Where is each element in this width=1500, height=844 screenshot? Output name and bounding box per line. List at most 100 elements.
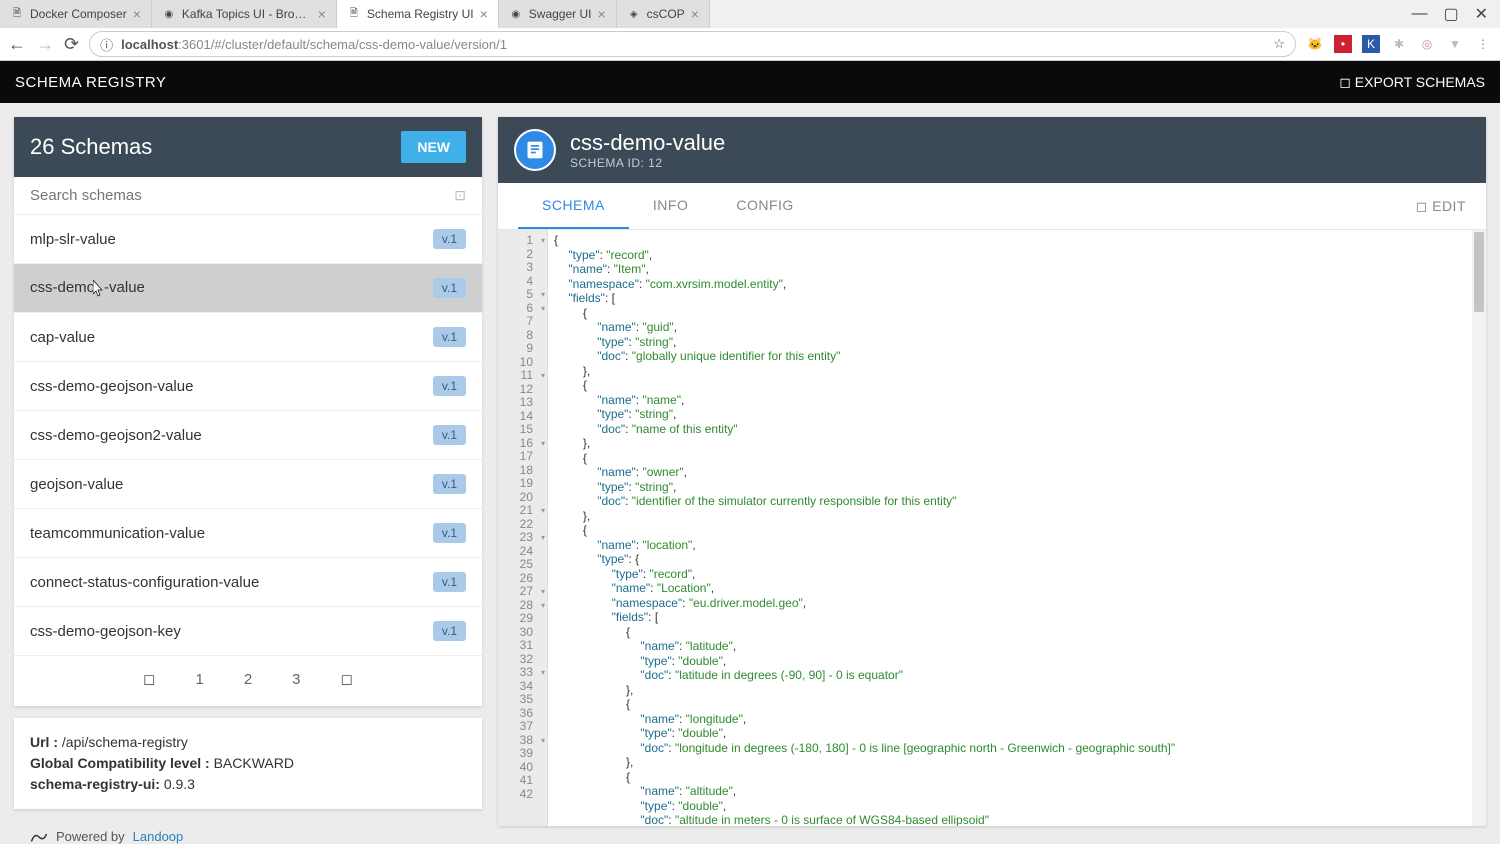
minimize-icon[interactable]: — — [1411, 5, 1427, 23]
browser-tab[interactable]: ◉ Swagger UI × — [499, 0, 617, 28]
tab-close-icon[interactable]: × — [318, 6, 326, 22]
ext-icon-4[interactable]: ✱ — [1390, 35, 1408, 53]
sidebar: 26 Schemas NEW ⊡ mlp-slr-valuev.1css-dem… — [14, 117, 482, 826]
app-header: SCHEMA REGISTRY ◻ EXPORT SCHEMAS — [0, 61, 1500, 103]
tab-label: csCOP — [647, 7, 685, 21]
version-badge: v.1 — [433, 229, 466, 249]
schema-title: css-demo-value — [570, 130, 725, 156]
browser-tab[interactable]: ◈ csCOP × — [617, 0, 710, 28]
menu-icon[interactable]: ⋮ — [1474, 35, 1492, 53]
bookmark-icon[interactable]: ☆ — [1273, 36, 1285, 52]
version-badge: v.1 — [433, 621, 466, 641]
tab-label: Kafka Topics UI - Browse — [182, 7, 312, 21]
version-badge: v.1 — [433, 278, 466, 298]
main-layout: 26 Schemas NEW ⊡ mlp-slr-valuev.1css-dem… — [0, 103, 1500, 840]
tab-config[interactable]: CONFIG — [712, 183, 817, 229]
tab-close-icon[interactable]: × — [480, 6, 488, 22]
tab-favicon: 🗎 — [10, 7, 24, 21]
powered-by: Powered by Landoop — [14, 821, 482, 844]
schema-list-item[interactable]: geojson-value v.1 — [14, 460, 482, 509]
schema-item-name: mlp-slr-value — [30, 231, 116, 248]
ext-icon-1[interactable]: 🐱 — [1306, 35, 1324, 53]
schema-list-item[interactable]: mlp-slr-value v.1 — [14, 215, 482, 264]
close-window-icon[interactable]: ✕ — [1475, 4, 1488, 24]
page-prev-icon[interactable]: ◻ — [143, 670, 155, 688]
schema-item-name: css-demo-geojson-value — [30, 378, 193, 395]
info-compat-label: Global Compatibility level : — [30, 755, 210, 771]
schema-item-name: css-demo-geojson2-value — [30, 427, 202, 444]
info-panel: Url : /api/schema-registry Global Compat… — [14, 718, 482, 809]
schema-list-item[interactable]: css-demo-value v.1 — [14, 264, 482, 313]
tab-favicon: ◈ — [627, 7, 641, 21]
version-badge: v.1 — [433, 327, 466, 347]
schema-list-item[interactable]: css-demo-geojson-value v.1 — [14, 362, 482, 411]
browser-tab[interactable]: 🗎Schema Registry UI× — [337, 0, 499, 28]
page-1[interactable]: 1 — [195, 671, 203, 688]
search-row: ⊡ — [14, 177, 482, 215]
schemas-panel-header: 26 Schemas NEW — [14, 117, 482, 177]
tab-favicon: ◉ — [162, 7, 176, 21]
maximize-icon[interactable]: ▢ — [1443, 4, 1458, 24]
sort-icon[interactable]: ⊡ — [454, 187, 466, 204]
address-bar-row: ← → ⟳ ⓘ localhost:3601/#/cluster/default… — [0, 28, 1500, 60]
tab-close-icon[interactable]: × — [691, 6, 699, 22]
schema-list-item[interactable]: cap-valuev.1 — [14, 313, 482, 362]
tab-info[interactable]: INFO — [629, 183, 712, 229]
line-gutter: 1234567891011121314151617181920212223242… — [498, 230, 548, 826]
page-3[interactable]: 3 — [292, 671, 300, 688]
tab-label: Swagger UI — [529, 7, 592, 21]
content-header: css-demo-value SCHEMA ID: 12 — [498, 117, 1486, 183]
window-controls: — ▢ ✕ — [1411, 4, 1500, 24]
browser-tab[interactable]: ◉ Kafka Topics UI - Browse × — [152, 0, 337, 28]
tab-label: Docker Composer — [30, 7, 127, 21]
schema-list-item[interactable]: teamcommunication-value v.1 — [14, 509, 482, 558]
schema-list-item[interactable]: css-demo-geojson-key v.1 — [14, 607, 482, 656]
version-badge: v.1 — [433, 523, 466, 543]
tab-close-icon[interactable]: × — [597, 6, 605, 22]
search-input[interactable] — [30, 187, 454, 204]
back-icon[interactable]: ← — [8, 34, 26, 55]
tab-favicon: ◉ — [509, 7, 523, 21]
schema-list: mlp-slr-valuev.1css-demo-valuev.1cap-val… — [14, 215, 482, 656]
powered-label: Powered by — [56, 829, 125, 844]
schema-item-name: css-demo-geojson-key — [30, 623, 181, 640]
version-badge: v.1 — [433, 474, 466, 494]
schema-list-item[interactable]: css-demo-geojson2-valuev.1 — [14, 411, 482, 460]
address-bar[interactable]: ⓘ localhost:3601/#/cluster/default/schem… — [89, 31, 1296, 57]
info-version-value: 0.9.3 — [164, 776, 195, 792]
ext-icon-5[interactable]: ◎ — [1418, 35, 1436, 53]
ext-icon-6[interactable]: ▼ — [1446, 35, 1464, 53]
export-schemas-button[interactable]: ◻ EXPORT SCHEMAS — [1339, 74, 1485, 91]
page-2[interactable]: 2 — [244, 671, 252, 688]
schema-item-name: connect-status-configuration-value — [30, 574, 259, 591]
schema-item-name: geojson-value — [30, 476, 123, 493]
new-schema-button[interactable]: NEW — [401, 131, 466, 163]
schemas-panel: 26 Schemas NEW ⊡ mlp-slr-valuev.1css-dem… — [14, 117, 482, 706]
reload-icon[interactable]: ⟳ — [64, 34, 79, 55]
ext-icon-3[interactable]: K — [1362, 35, 1380, 53]
ext-icon-2[interactable]: • — [1334, 35, 1352, 53]
browser-tab[interactable]: 🗎 Docker Composer × — [0, 0, 152, 28]
scrollbar[interactable] — [1472, 230, 1486, 826]
info-version-label: schema-registry-ui: — [30, 776, 160, 792]
browser-chrome: 🗎 Docker Composer × ◉ Kafka Topics UI - Brow… — [0, 0, 1500, 61]
schema-item-name: teamcommunication-value — [30, 525, 205, 542]
info-url-value: /api/schema-registry — [62, 734, 188, 750]
version-badge: v.1 — [433, 376, 466, 396]
code-editor[interactable]: 1234567891011121314151617181920212223242… — [498, 230, 1486, 826]
scroll-thumb[interactable] — [1474, 232, 1484, 312]
url-text: localhost:3601/#/cluster/default/schema/… — [121, 37, 507, 52]
edit-button[interactable]: ◻ EDIT — [1416, 198, 1466, 215]
page-next-icon[interactable]: ◻ — [341, 670, 353, 688]
tab-close-icon[interactable]: × — [133, 6, 141, 22]
forward-icon[interactable]: → — [36, 34, 54, 55]
schema-list-item[interactable]: connect-status-configuration-valuev.1 — [14, 558, 482, 607]
info-compat-value: BACKWARD — [214, 755, 294, 771]
info-url-label: Url : — [30, 734, 58, 750]
schema-item-name: css-demo-value — [30, 279, 145, 297]
app-title: SCHEMA REGISTRY — [15, 74, 166, 91]
content-panel: css-demo-value SCHEMA ID: 12 SCHEMA INFO… — [498, 117, 1486, 826]
tab-schema[interactable]: SCHEMA — [518, 183, 629, 229]
landoop-link[interactable]: Landoop — [133, 829, 184, 844]
pagination: ◻ 1 2 3 ◻ — [14, 656, 482, 706]
